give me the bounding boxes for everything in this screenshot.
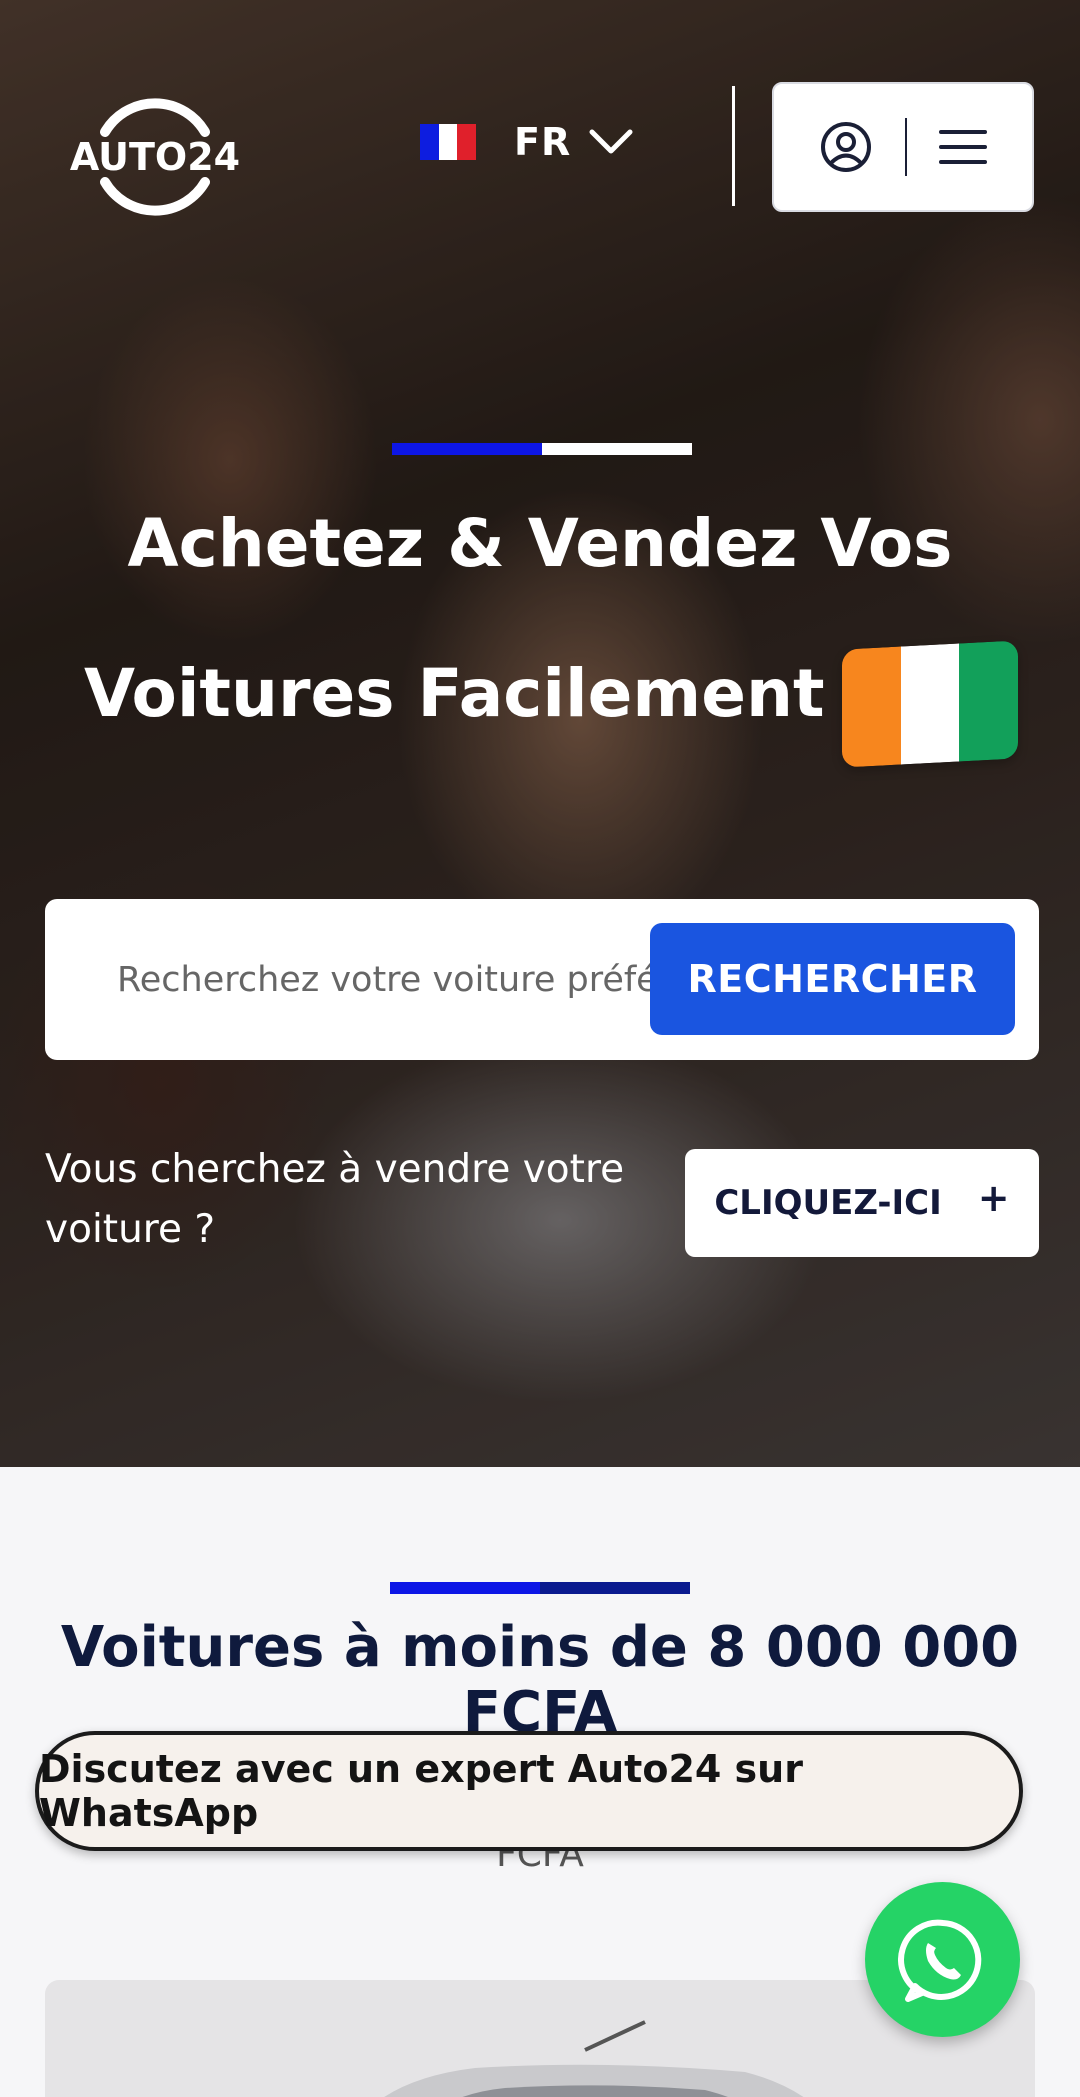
account-menu-box — [772, 82, 1034, 212]
auto24-logo[interactable]: AUTO24 — [70, 84, 240, 230]
logo-text: AUTO24 — [70, 135, 240, 179]
plus-icon: + — [977, 1176, 1010, 1220]
whatsapp-chat-banner[interactable]: Discutez avec un expert Auto24 sur Whats… — [35, 1731, 1023, 1851]
header-divider — [732, 86, 735, 206]
section-accent-bar — [390, 1582, 690, 1594]
search-button[interactable]: RECHERCHER — [650, 923, 1015, 1035]
hero-accent-bar — [392, 443, 692, 455]
chevron-down-icon — [589, 129, 633, 154]
search-bar: RECHERCHER — [45, 899, 1039, 1060]
language-code: FR — [514, 120, 572, 164]
sell-cta-button[interactable]: CLIQUEZ-ICI + — [685, 1149, 1039, 1257]
hero-title-line2: Voitures Facilement — [84, 655, 825, 732]
hero-title-line1: Achetez & Vendez Vos — [127, 505, 953, 582]
whatsapp-floating-button[interactable] — [865, 1882, 1020, 2037]
language-selector[interactable]: FR — [420, 120, 633, 164]
search-input[interactable] — [117, 959, 657, 1000]
france-flag-icon — [420, 124, 477, 160]
sell-prompt: Vous cherchez à vendre votre voiture ? — [45, 1147, 625, 1252]
menu-separator — [905, 118, 907, 176]
page: AUTO24 FR Achetez & Vendez Vos Voitures … — [0, 0, 1080, 2097]
hamburger-menu-icon[interactable] — [939, 127, 987, 167]
sell-cta-label: CLIQUEZ-ICI — [714, 1183, 942, 1223]
whatsapp-icon — [897, 1919, 981, 2002]
user-account-icon[interactable] — [819, 120, 873, 174]
ivory-coast-flag-icon — [842, 640, 1018, 768]
hero-section: AUTO24 FR Achetez & Vendez Vos Voitures … — [0, 0, 1080, 1467]
